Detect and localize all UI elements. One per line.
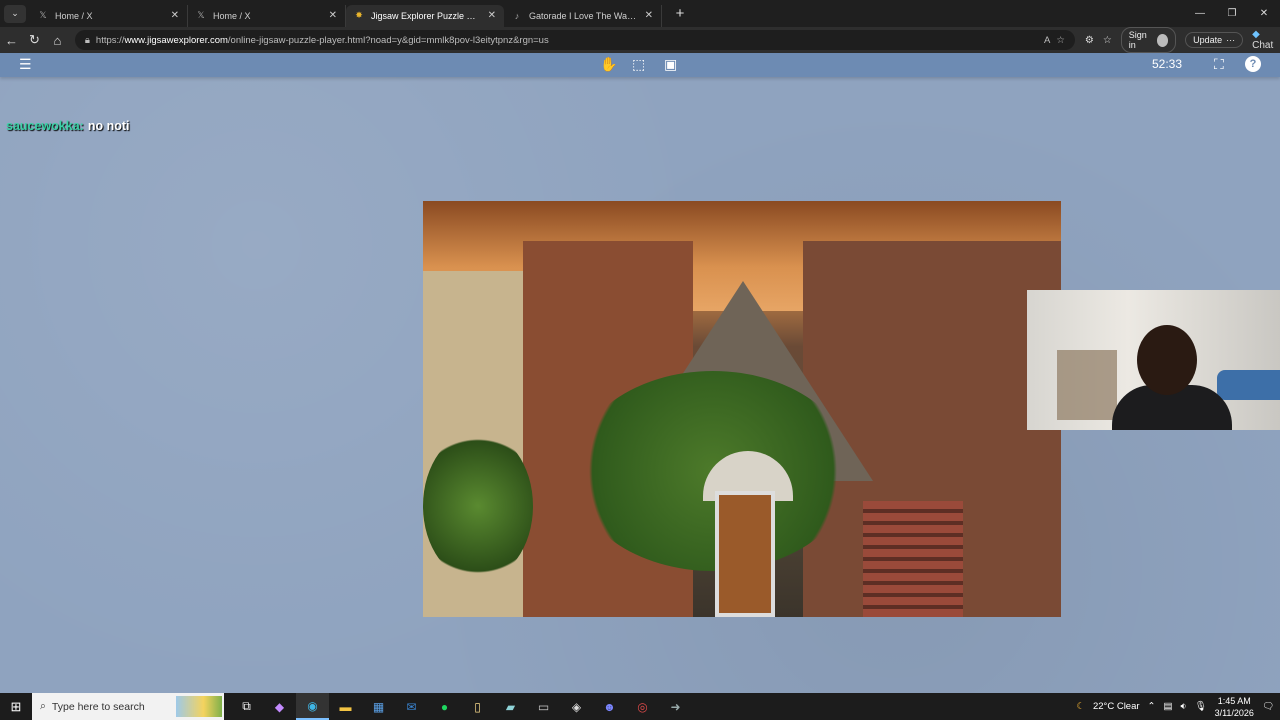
store-icon[interactable]: ▦ bbox=[362, 693, 395, 720]
home-icon[interactable]: ⌂ bbox=[46, 33, 69, 48]
volume-icon[interactable]: 🔉︎ bbox=[1181, 701, 1187, 712]
app-icon-1[interactable]: ▰ bbox=[494, 693, 527, 720]
url-domain: www.jigsawexplorer.com bbox=[124, 34, 228, 46]
notifications-icon[interactable]: 🗨︎ bbox=[1262, 701, 1274, 712]
x-logo-icon: 𝕏 bbox=[39, 10, 47, 20]
clock-date: 3/11/2026 bbox=[1214, 707, 1254, 718]
extensions-icon[interactable]: ⚙ bbox=[1085, 35, 1094, 46]
select-box-icon[interactable]: ⬚ bbox=[632, 56, 645, 73]
file-explorer-icon[interactable]: ▬ bbox=[329, 693, 362, 720]
tray-chevron-icon[interactable]: ⌃ bbox=[1148, 701, 1156, 712]
taskbar-clock[interactable]: 1:45 AM 3/11/2026 bbox=[1215, 695, 1254, 719]
chat-text: no noti bbox=[87, 119, 130, 133]
search-placeholder: Type here to search bbox=[51, 700, 145, 713]
puzzle-toolbar: ☰ ✋ ⬚ ▣ 52:33 ⛶ ? bbox=[0, 53, 1280, 77]
sign-in-button[interactable]: Sign in bbox=[1120, 27, 1177, 53]
copilot-icon: ◆ bbox=[1252, 29, 1260, 40]
app-icon-4[interactable]: ➜ bbox=[659, 693, 692, 720]
puzzle-workspace[interactable]: ☰ ✋ ⬚ ▣ 52:33 ⛶ ? saucewokka: no noti bbox=[0, 53, 1280, 693]
webcam-overlay bbox=[1027, 290, 1280, 430]
x-logo-icon: 𝕏 bbox=[197, 10, 205, 20]
close-tab-icon[interactable]: ✕ bbox=[488, 10, 496, 21]
close-tab-icon[interactable]: ✕ bbox=[645, 10, 653, 21]
weather-icon: ☾ bbox=[1076, 701, 1085, 712]
copilot-chat-button[interactable]: ◆ Chat bbox=[1252, 29, 1280, 51]
spotify-icon[interactable]: ● bbox=[428, 693, 461, 720]
url-scheme: https:// bbox=[95, 34, 125, 46]
close-tab-icon[interactable]: ✕ bbox=[171, 10, 179, 21]
new-tab-button[interactable]: + bbox=[668, 5, 692, 22]
app-icon-2[interactable]: ▭ bbox=[527, 693, 560, 720]
avatar bbox=[1156, 33, 1169, 47]
menu-icon[interactable]: ☰ bbox=[19, 56, 32, 73]
close-window-icon[interactable]: ✕ bbox=[1248, 8, 1280, 19]
windows-taskbar: ⊞ ⌕ Type here to search ⧉ ◆ ◉ ▬ ▦ ✉ ● ▯ … bbox=[0, 693, 1280, 720]
fullscreen-icon[interactable]: ⛶ bbox=[1214, 56, 1224, 73]
copilot-icon[interactable]: ◆ bbox=[263, 693, 296, 720]
url-bar[interactable]: 🔒︎ https://www.jigsawexplorer.com/online… bbox=[74, 30, 1075, 50]
notepad-icon[interactable]: ▯ bbox=[461, 693, 494, 720]
app-icon-3[interactable]: ◈ bbox=[560, 693, 593, 720]
puzzle-board-image[interactable] bbox=[423, 201, 1061, 617]
restore-icon[interactable]: ❐ bbox=[1216, 8, 1248, 19]
discord-icon[interactable]: ☻ bbox=[593, 693, 626, 720]
lock-icon: 🔒︎ bbox=[84, 34, 90, 46]
read-aloud-icon[interactable]: A bbox=[1044, 35, 1050, 46]
update-button[interactable]: Update ··· bbox=[1185, 32, 1244, 48]
obs-icon[interactable]: ◎ bbox=[626, 693, 659, 720]
url-path: /online-jigsaw-puzzle-player.html?noad=y… bbox=[227, 34, 549, 46]
browser-tab-strip: ⌄ 𝕏 Home / X ✕ 𝕏 Home / X ✕ ✸ Jigsaw Exp… bbox=[0, 0, 1280, 27]
tab-actions-chevron-icon[interactable]: ⌄ bbox=[4, 4, 26, 23]
tab-jigsaw-explorer[interactable]: ✸ Jigsaw Explorer Puzzle Player ✕ bbox=[346, 4, 504, 27]
tab-gatorade[interactable]: ♪ Gatorade I Love The Way It Tastes ✕ bbox=[504, 4, 662, 27]
back-icon[interactable]: ← bbox=[0, 33, 23, 48]
address-toolbar: ← ↻ ⌂ 🔒︎ https://www.jigsawexplorer.com/… bbox=[0, 27, 1280, 53]
network-icon[interactable]: ▤ bbox=[1164, 701, 1173, 712]
refresh-icon[interactable]: ↻ bbox=[23, 32, 46, 48]
update-label: Update bbox=[1193, 35, 1223, 45]
outlook-icon[interactable]: ✉ bbox=[395, 693, 428, 720]
edge-icon[interactable]: ◉ bbox=[296, 693, 329, 720]
tab-x-home-1[interactable]: 𝕏 Home / X ✕ bbox=[30, 4, 188, 27]
windows-start-icon[interactable]: ⊞ bbox=[0, 699, 32, 715]
close-tab-icon[interactable]: ✕ bbox=[329, 10, 337, 21]
taskbar-search[interactable]: ⌕ Type here to search bbox=[32, 693, 224, 720]
search-highlight-image bbox=[176, 696, 222, 717]
help-icon[interactable]: ? bbox=[1245, 56, 1261, 72]
weather-text[interactable]: 22°C Clear bbox=[1093, 701, 1140, 712]
mic-icon[interactable]: 🎙︎ bbox=[1195, 701, 1207, 712]
search-icon: ⌕ bbox=[40, 700, 46, 712]
hand-tool-icon[interactable]: ✋ bbox=[600, 56, 617, 73]
chat-label: Chat bbox=[1252, 40, 1274, 51]
clock-time: 1:45 AM bbox=[1217, 695, 1251, 706]
tab-x-home-2[interactable]: 𝕏 Home / X ✕ bbox=[188, 4, 346, 27]
sign-in-label: Sign in bbox=[1128, 30, 1147, 50]
chat-username: saucewokka: bbox=[6, 119, 84, 133]
tiktok-icon: ♪ bbox=[514, 10, 520, 21]
stream-chat-message: saucewokka: no noti bbox=[6, 119, 129, 133]
jigsaw-icon: ✸ bbox=[355, 10, 363, 20]
puzzle-timer: 52:33 bbox=[1152, 57, 1183, 71]
favorite-star-icon[interactable]: ☆ bbox=[1056, 35, 1065, 46]
image-preview-icon[interactable]: ▣ bbox=[664, 56, 677, 73]
favorites-icon[interactable]: ☆ bbox=[1103, 35, 1112, 46]
minimize-icon[interactable]: — bbox=[1184, 8, 1216, 19]
task-view-icon[interactable]: ⧉ bbox=[230, 693, 263, 720]
